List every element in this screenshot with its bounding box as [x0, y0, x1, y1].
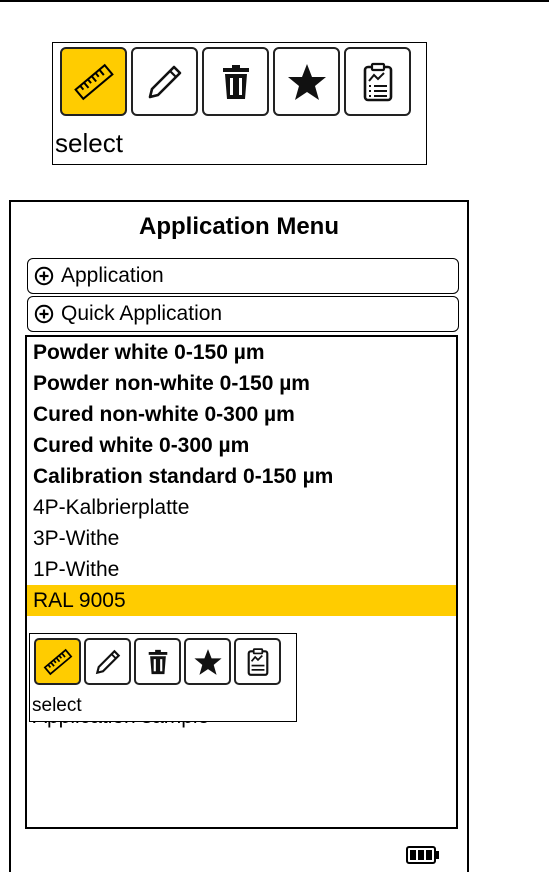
star-icon	[193, 648, 222, 675]
tool-selector-panel: select	[52, 42, 427, 165]
list-item[interactable]: 1P-Withe	[27, 554, 456, 585]
star-icon	[287, 63, 326, 100]
tool-popup: select	[29, 633, 297, 722]
edit-button[interactable]	[131, 47, 198, 116]
list-item[interactable]: Powder non-white 0-150 µm	[27, 368, 456, 399]
quick-application-expander-label: Quick Application	[61, 302, 223, 325]
application-list[interactable]: Powder white 0-150 µm Powder non-white 0…	[25, 335, 458, 829]
ruler-icon	[73, 63, 114, 100]
application-expander-label: Application	[61, 264, 164, 287]
ruler-button[interactable]	[34, 638, 81, 685]
pencil-icon	[148, 65, 181, 98]
page-title: Application Menu	[139, 213, 339, 240]
list-item-selected[interactable]: RAL 9005	[27, 585, 456, 616]
delete-button[interactable]	[202, 47, 269, 116]
clipboard-icon	[247, 647, 268, 676]
list-item[interactable]: 4P-Kalbrierplatte	[27, 492, 456, 523]
application-expander[interactable]: Application	[27, 258, 459, 294]
top-divider	[0, 0, 549, 2]
ruler-button[interactable]	[60, 47, 127, 116]
plus-circle-icon	[34, 266, 54, 286]
favorite-button[interactable]	[184, 638, 231, 685]
list-item[interactable]: Cured non-white 0-300 µm	[27, 399, 456, 430]
tool-mode-label: select	[55, 128, 123, 158]
trash-icon	[222, 64, 249, 99]
clipboard-icon	[363, 62, 392, 101]
pencil-icon	[95, 649, 120, 674]
report-button[interactable]	[234, 638, 281, 685]
device-screen: Application Menu Application Quick Appli…	[9, 200, 469, 872]
list-item[interactable]: Powder white 0-150 µm	[27, 337, 456, 368]
delete-button[interactable]	[134, 638, 181, 685]
quick-application-expander[interactable]: Quick Application	[27, 296, 459, 332]
favorite-button[interactable]	[273, 47, 340, 116]
tool-mode-label: select	[32, 695, 82, 716]
report-button[interactable]	[344, 47, 411, 116]
plus-circle-icon	[34, 304, 54, 324]
list-item[interactable]: 3P-Withe	[27, 523, 456, 554]
edit-button[interactable]	[84, 638, 131, 685]
list-item[interactable]: Calibration standard 0-150 µm	[27, 461, 456, 492]
battery-full-icon	[406, 846, 439, 864]
trash-icon	[148, 649, 167, 674]
list-item[interactable]: Cured white 0-300 µm	[27, 430, 456, 461]
ruler-icon	[43, 648, 72, 675]
